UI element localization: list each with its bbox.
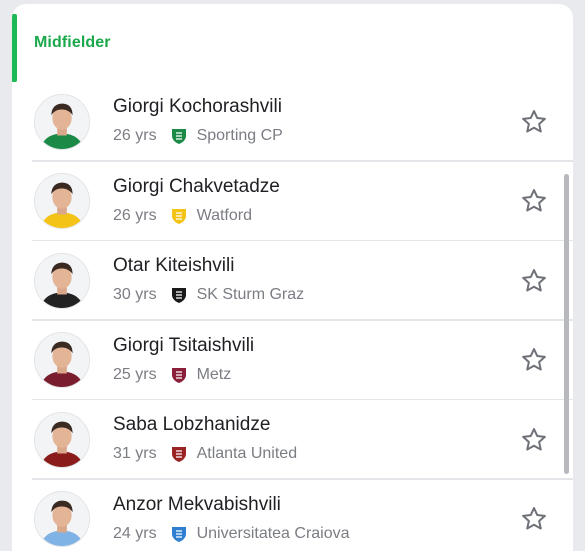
- favorite-star-button[interactable]: [519, 504, 549, 534]
- player-meta: 26 yrs Sporting CP: [113, 126, 283, 146]
- player-info: Giorgi Tsitaishvili 25 yrs Metz: [113, 333, 254, 385]
- club-name[interactable]: SK Sturm Graz: [197, 285, 305, 305]
- player-avatar: [34, 491, 90, 548]
- sturm-graz-logo-icon: [170, 286, 188, 304]
- player-list: Giorgi Kochorashvili 26 yrs Sporting CP: [12, 82, 573, 551]
- favorite-star-button[interactable]: [519, 186, 549, 216]
- atlanta-united-logo-icon: [170, 445, 188, 463]
- player-info: Saba Lobzhanidze 31 yrs Atlanta United: [113, 412, 297, 464]
- player-age: 31 yrs: [113, 445, 157, 462]
- universitatea-craiova-logo-icon: [170, 525, 188, 543]
- section-title: Midfielder: [34, 34, 111, 51]
- section-accent-bar: [12, 14, 17, 82]
- player-meta: 26 yrs Watford: [113, 206, 280, 226]
- star-outline-icon: [522, 268, 546, 292]
- player-name[interactable]: Giorgi Kochorashvili: [113, 94, 283, 120]
- player-avatar: [34, 93, 90, 150]
- star-outline-icon: [522, 348, 546, 371]
- star-outline-icon: [522, 109, 546, 133]
- player-info: Anzor Mekvabishvili 24 yrs Universitatea…: [113, 492, 350, 544]
- star-outline-icon: [522, 507, 546, 530]
- player-meta: 31 yrs Atlanta United: [113, 444, 297, 464]
- player-meta: 24 yrs Universitatea Craiova: [113, 524, 350, 544]
- squad-card: Midfielder Giorgi Kochorashvili 26 yrs S…: [12, 4, 573, 551]
- player-name[interactable]: Otar Kiteishvili: [113, 253, 304, 279]
- player-info: Giorgi Chakvetadze 26 yrs Watford: [113, 174, 280, 226]
- favorite-star-button[interactable]: [519, 266, 549, 296]
- player-age: 25 yrs: [113, 365, 157, 383]
- player-name[interactable]: Anzor Mekvabishvili: [113, 492, 350, 518]
- player-row[interactable]: Giorgi Kochorashvili 26 yrs Sporting CP: [12, 82, 573, 162]
- player-age: 26 yrs: [113, 127, 157, 144]
- player-age: 24 yrs: [113, 524, 157, 542]
- star-outline-icon: [522, 427, 546, 451]
- player-avatar: [34, 252, 90, 309]
- club-name[interactable]: Watford: [197, 206, 252, 226]
- player-row[interactable]: Saba Lobzhanidze 31 yrs Atlanta United: [12, 400, 573, 480]
- watford-logo-icon: [170, 207, 188, 225]
- player-age: 26 yrs: [113, 206, 157, 224]
- player-name[interactable]: Saba Lobzhanidze: [113, 412, 297, 438]
- player-info: Giorgi Kochorashvili 26 yrs Sporting CP: [113, 94, 283, 146]
- player-age: 30 yrs: [113, 286, 157, 303]
- favorite-star-button[interactable]: [519, 425, 549, 455]
- scrollbar[interactable]: [564, 174, 569, 474]
- star-outline-icon: [522, 189, 546, 212]
- player-meta: 25 yrs Metz: [113, 365, 254, 385]
- player-avatar: [34, 411, 90, 468]
- favorite-star-button[interactable]: [519, 345, 549, 375]
- player-info: Otar Kiteishvili 30 yrs SK Sturm Graz: [113, 253, 304, 305]
- section-header: Midfielder: [12, 4, 573, 82]
- metz-logo-icon: [170, 366, 188, 384]
- player-avatar: [34, 332, 90, 389]
- favorite-star-button[interactable]: [519, 107, 549, 137]
- player-row[interactable]: Otar Kiteishvili 30 yrs SK Sturm Graz: [12, 241, 573, 321]
- player-row[interactable]: Giorgi Chakvetadze 26 yrs Watford: [12, 162, 573, 241]
- club-name[interactable]: Sporting CP: [197, 126, 283, 146]
- player-row[interactable]: Anzor Mekvabishvili 24 yrs Universitatea…: [12, 480, 573, 551]
- sporting-cp-logo-icon: [170, 127, 188, 145]
- club-name[interactable]: Metz: [197, 365, 232, 385]
- player-name[interactable]: Giorgi Tsitaishvili: [113, 333, 254, 359]
- player-avatar: [34, 173, 90, 230]
- club-name[interactable]: Universitatea Craiova: [197, 524, 350, 544]
- club-name[interactable]: Atlanta United: [197, 444, 298, 464]
- player-name[interactable]: Giorgi Chakvetadze: [113, 174, 280, 200]
- player-row[interactable]: Giorgi Tsitaishvili 25 yrs Metz: [12, 321, 573, 400]
- player-meta: 30 yrs SK Sturm Graz: [113, 285, 304, 305]
